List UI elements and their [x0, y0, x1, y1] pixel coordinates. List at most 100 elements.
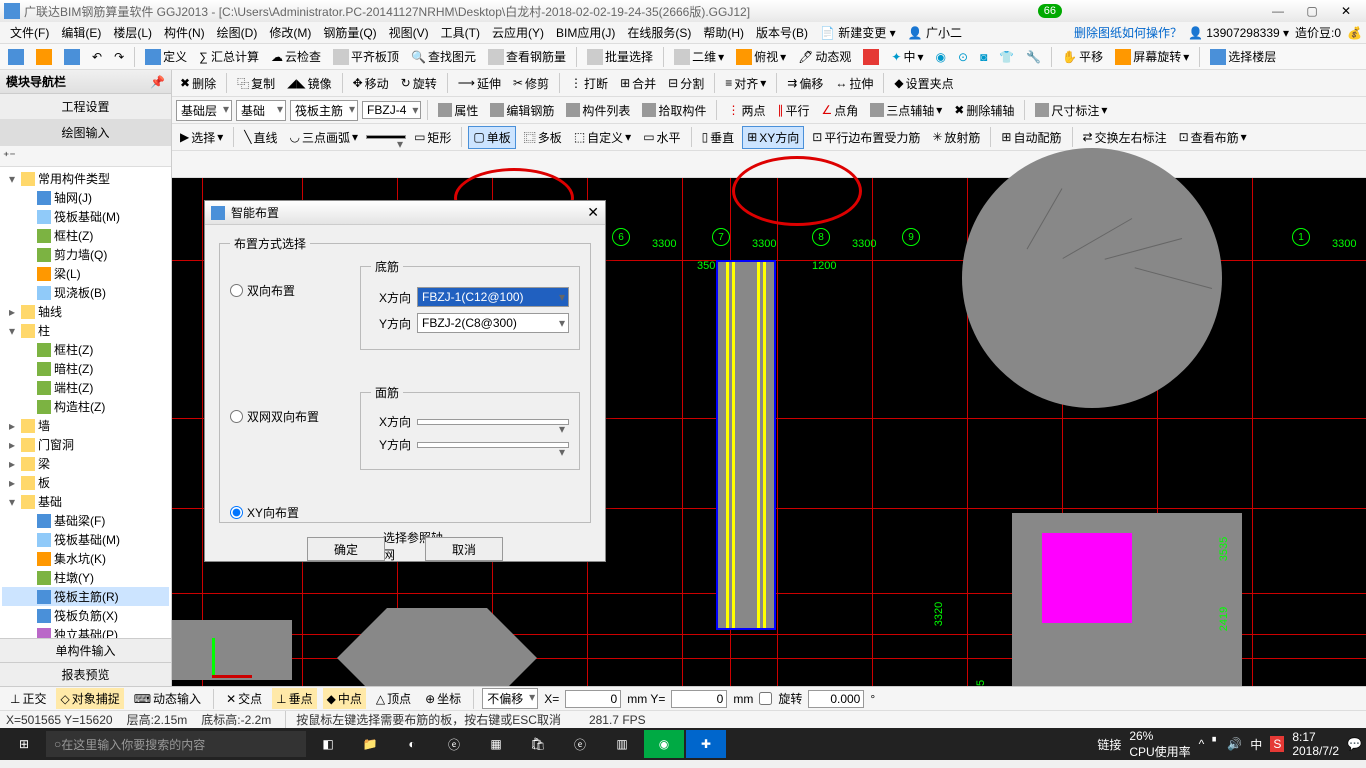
undo-icon[interactable]: ↶: [88, 48, 106, 66]
slab-element[interactable]: [172, 620, 292, 680]
select-floor-button[interactable]: 选择楼层: [1206, 46, 1280, 67]
tree-item[interactable]: ▾常用构件类型: [2, 169, 169, 188]
ok-button[interactable]: 确定: [307, 537, 385, 561]
center-button[interactable]: ✦ 中 ▾: [887, 46, 927, 67]
subtype-combo[interactable]: 筏板主筋: [290, 100, 358, 121]
view-rebar-button[interactable]: 查看钢筋量: [484, 46, 570, 67]
merge-button[interactable]: ⊞ 合并: [616, 73, 660, 94]
menu-bim[interactable]: BIM应用(J): [550, 22, 621, 43]
s-icon[interactable]: [859, 47, 883, 67]
tray-s-icon[interactable]: S: [1270, 736, 1284, 752]
dynamic-view-button[interactable]: 🖊 动态观: [794, 46, 855, 67]
tree-item[interactable]: 柱墩(Y): [2, 568, 169, 587]
new-icon[interactable]: [4, 47, 28, 67]
split-button[interactable]: ⊟ 分割: [664, 73, 708, 94]
radio-bidirectional[interactable]: [230, 284, 243, 297]
menu-version[interactable]: 版本号(B): [750, 22, 814, 43]
notification-badge[interactable]: 66: [1038, 4, 1062, 18]
sidebar-pin-icon[interactable]: 📌: [150, 75, 165, 89]
move-button[interactable]: ✥ 移动: [349, 73, 393, 94]
tree-item[interactable]: ▸墙: [2, 416, 169, 435]
credit-label[interactable]: 造价豆:0: [1295, 24, 1341, 41]
cloud-check-button[interactable]: ☁ 云检查: [267, 46, 325, 67]
tree-item[interactable]: 筏板负筋(X): [2, 606, 169, 625]
mirror-button[interactable]: ◢◣ 镜像: [283, 73, 335, 94]
slab-element[interactable]: [1012, 513, 1242, 686]
batch-select-button[interactable]: 批量选择: [583, 46, 657, 67]
ie-icon[interactable]: ⓔ: [560, 730, 600, 758]
single-board-button[interactable]: ▢ 单板: [468, 126, 515, 149]
rotate-input[interactable]: [808, 690, 864, 708]
tree-item[interactable]: ▸梁: [2, 454, 169, 473]
tab-project-settings[interactable]: 工程设置: [0, 94, 171, 120]
swap-annotation-button[interactable]: ⇄ 交换左右标注: [1079, 127, 1171, 148]
selected-slab[interactable]: [716, 260, 776, 630]
maximize-button[interactable]: ▢: [1296, 2, 1328, 20]
member-list-button[interactable]: 构件列表: [562, 100, 634, 121]
x-offset-input[interactable]: [565, 690, 621, 708]
link-label[interactable]: 链接: [1097, 736, 1121, 753]
delete-aux-button[interactable]: ✖ 删除辅轴: [950, 100, 1018, 121]
menu-rebar[interactable]: 钢筋量(Q): [317, 22, 382, 43]
line-button[interactable]: ╲ 直线: [240, 127, 281, 148]
slab-element[interactable]: [337, 608, 537, 686]
app-icon-2[interactable]: ▦: [476, 730, 516, 758]
menu-online[interactable]: 在线服务(S): [621, 22, 697, 43]
find-button[interactable]: 🔍 查找图元: [407, 46, 480, 67]
tree-item[interactable]: ▸轴线: [2, 302, 169, 321]
2d-button[interactable]: 二维 ▾: [670, 46, 728, 67]
dimension-button[interactable]: 尺寸标注 ▾: [1031, 100, 1111, 121]
copy-button[interactable]: ⿻ 复制: [233, 73, 279, 94]
folder-icon[interactable]: 📁: [350, 730, 390, 758]
dialog-close-button[interactable]: ✕: [587, 204, 599, 221]
minimize-button[interactable]: —: [1262, 2, 1294, 20]
cpu-meter[interactable]: 26%CPU使用率: [1129, 729, 1190, 760]
perp-snap[interactable]: ⊥ 垂点: [272, 688, 316, 709]
top-y-combo[interactable]: [417, 442, 569, 448]
screen-rotate-button[interactable]: 屏幕旋转 ▾: [1111, 46, 1193, 67]
misc4-icon[interactable]: 👕: [995, 48, 1018, 66]
tray-ime-icon[interactable]: 中: [1250, 736, 1262, 753]
break-button[interactable]: ⋮ 打断: [566, 73, 612, 94]
save-icon[interactable]: [60, 47, 84, 67]
edge-rebar-button[interactable]: ⊡ 平行边布置受力筋: [808, 127, 924, 148]
auto-rebar-button[interactable]: ⊞ 自动配筋: [997, 127, 1065, 148]
menu-member[interactable]: 构件(N): [158, 22, 211, 43]
dialog-titlebar[interactable]: 智能布置 ✕: [205, 201, 605, 225]
menu-help[interactable]: 帮助(H): [697, 22, 750, 43]
y-offset-input[interactable]: [671, 690, 727, 708]
help-hint-link[interactable]: 删除图纸如何操作？: [1074, 24, 1182, 41]
rotate-button[interactable]: ↻ 旋转: [397, 73, 441, 94]
dyn-input-toggle[interactable]: ⌨ 动态输入: [130, 688, 205, 709]
align-button[interactable]: ≡ 对齐 ▾: [721, 73, 770, 94]
view-rebar-layout-button[interactable]: ⊡ 查看布筋 ▾: [1175, 127, 1251, 148]
layer-combo[interactable]: 基础层: [176, 100, 232, 121]
tree-item[interactable]: 暗柱(Z): [2, 359, 169, 378]
menu-floor[interactable]: 楼层(L): [107, 22, 158, 43]
tree-item[interactable]: ▾基础: [2, 492, 169, 511]
trim-button[interactable]: ✂ 修剪: [509, 73, 553, 94]
color-combo[interactable]: [366, 135, 406, 139]
tree-item[interactable]: 筏板主筋(R): [2, 587, 169, 606]
bottom-x-combo[interactable]: FBZJ-1(C12@100): [417, 287, 569, 307]
member-combo[interactable]: FBZJ-4: [362, 101, 421, 119]
tray-clock[interactable]: 8:172018/7/2: [1292, 730, 1339, 758]
menu-tool[interactable]: 工具(T): [435, 22, 486, 43]
app-icon-1[interactable]: ◐: [392, 730, 432, 758]
close-button[interactable]: ✕: [1330, 2, 1362, 20]
tree-item[interactable]: 筏板基础(M): [2, 207, 169, 226]
open-icon[interactable]: [32, 47, 56, 67]
new-change-button[interactable]: 📄 新建变更 ▾: [814, 22, 902, 43]
start-button[interactable]: ⊞: [4, 730, 44, 758]
mid-snap[interactable]: ◆ 中点: [323, 688, 366, 709]
top-x-combo[interactable]: [417, 419, 569, 425]
menu-modify[interactable]: 修改(M): [263, 22, 317, 43]
tree-item[interactable]: 框柱(Z): [2, 226, 169, 245]
tree-item[interactable]: 梁(L): [2, 264, 169, 283]
edge-icon[interactable]: ⓔ: [434, 730, 474, 758]
misc3-icon[interactable]: ◙: [976, 48, 991, 66]
task-view-icon[interactable]: ◧: [308, 730, 348, 758]
offset-button[interactable]: ⇉ 偏移: [783, 73, 827, 94]
edit-rebar-button[interactable]: 编辑钢筋: [486, 100, 558, 121]
pick-member-button[interactable]: 拾取构件: [638, 100, 710, 121]
